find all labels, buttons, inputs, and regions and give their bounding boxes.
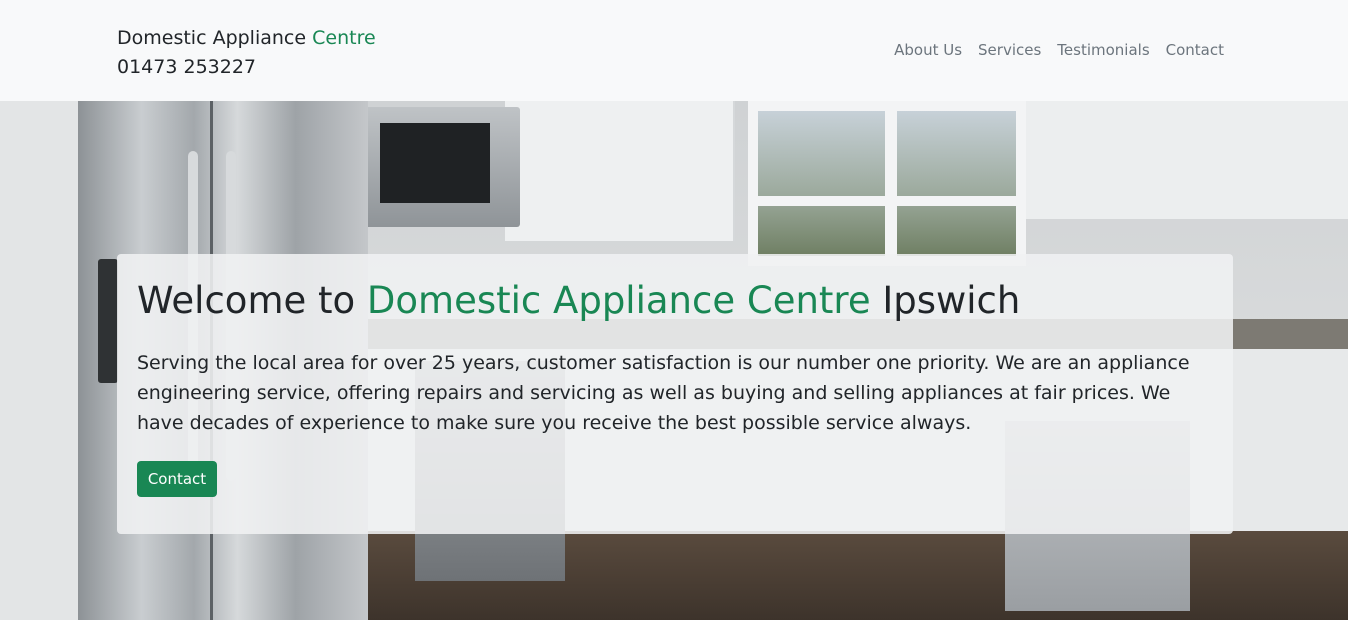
hero-window-mullion	[885, 101, 897, 266]
brand-name: Domestic Appliance Centre	[117, 24, 376, 53]
brand-name-accent: Centre	[312, 27, 376, 49]
hero-title: Welcome to Domestic Appliance Centre Ips…	[137, 277, 1020, 325]
hero-wall	[0, 101, 80, 620]
hero-upper-cabinets-right	[1025, 101, 1348, 219]
hero-microwave-window	[380, 123, 490, 203]
hero-upper-cabinets-left	[505, 101, 735, 241]
hero-title-accent: Domestic Appliance Centre	[366, 279, 871, 322]
nav-link-testimonials[interactable]: Testimonials	[1057, 40, 1149, 60]
hero-window-rail	[758, 196, 1016, 206]
nav-link-about-us[interactable]: About Us	[894, 40, 962, 60]
brand-name-prefix: Domestic Appliance	[117, 27, 307, 49]
hero-title-suffix: Ipswich	[882, 279, 1021, 322]
nav-link-services[interactable]: Services	[978, 40, 1041, 60]
nav-link-contact[interactable]: Contact	[1166, 40, 1224, 60]
hero-lead-text: Serving the local area for over 25 years…	[137, 352, 1190, 434]
contact-button[interactable]: Contact	[137, 461, 217, 497]
brand[interactable]: Domestic Appliance Centre 01473 253227	[117, 24, 376, 82]
hero-title-prefix: Welcome to	[137, 279, 356, 322]
main-nav: About Us Services Testimonials Contact	[894, 40, 1224, 60]
brand-phone: 01473 253227	[117, 56, 257, 78]
hero-fridge-dispenser	[98, 259, 118, 383]
navbar: Domestic Appliance Centre 01473 253227 A…	[0, 0, 1348, 101]
